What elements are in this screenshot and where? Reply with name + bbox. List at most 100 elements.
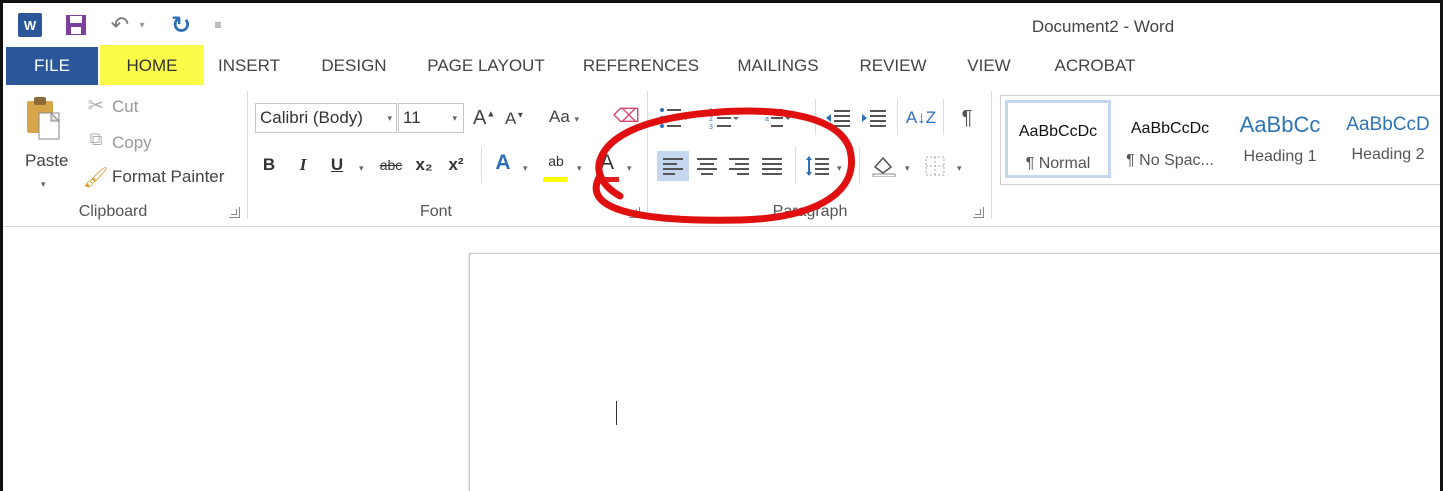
- font-size-combobox[interactable]: 11 ▾: [398, 103, 464, 133]
- tab-file[interactable]: FILE: [6, 47, 98, 85]
- show-formatting-marks-icon[interactable]: ¶: [953, 103, 981, 133]
- line-spacing-icon[interactable]: [803, 151, 833, 181]
- svg-text:1: 1: [761, 108, 765, 115]
- style-name: Heading 2: [1351, 146, 1425, 163]
- borders-icon[interactable]: [921, 151, 949, 181]
- paragraph-group-label: Paragraph: [772, 203, 848, 220]
- style-preview: AaBbCcD: [1346, 114, 1430, 135]
- svg-text:3: 3: [709, 124, 713, 129]
- change-case-button[interactable]: Aa ▾: [549, 107, 595, 127]
- button-divider: [859, 147, 860, 183]
- group-divider: [247, 91, 248, 219]
- copy-icon[interactable]: ⧉: [85, 129, 107, 150]
- copy-button[interactable]: Copy: [112, 133, 152, 153]
- highlight-color-swatch: [543, 177, 567, 182]
- undo-icon[interactable]: ↶: [109, 12, 131, 37]
- paste-button[interactable]: Paste: [25, 151, 68, 171]
- decrease-indent-icon[interactable]: [825, 103, 851, 133]
- clear-formatting-icon[interactable]: ⌫: [613, 105, 640, 128]
- tab-view[interactable]: VIEW: [961, 47, 1017, 85]
- tab-review[interactable]: REVIEW: [856, 47, 930, 85]
- word-app-icon[interactable]: W: [18, 13, 42, 37]
- format-painter-button[interactable]: Format Painter: [112, 167, 224, 187]
- document-area: [3, 228, 1440, 491]
- tab-insert[interactable]: INSERT: [212, 47, 286, 85]
- cut-button[interactable]: Cut: [112, 97, 138, 117]
- customize-toolbar-icon[interactable]: ≡: [211, 13, 225, 37]
- tab-acrobat[interactable]: ACROBAT: [1046, 47, 1144, 85]
- shading-icon[interactable]: [869, 151, 899, 181]
- styles-gallery: AaBbCcDc ¶ Normal AaBbCcDc ¶ No Spac... …: [1000, 95, 1440, 185]
- clipboard-dialog-launcher-icon[interactable]: [229, 207, 240, 218]
- scissors-icon[interactable]: ✂: [85, 93, 107, 118]
- svg-text:1: 1: [709, 108, 713, 115]
- style-preview: AaBbCcDc: [1130, 120, 1210, 137]
- save-icon[interactable]: [65, 13, 87, 37]
- font-color-dropdown-icon[interactable]: ▾: [627, 163, 632, 174]
- align-left-icon[interactable]: [657, 151, 689, 181]
- strikethrough-button[interactable]: abc: [377, 157, 405, 183]
- font-dialog-launcher-icon[interactable]: [629, 207, 640, 218]
- font-color-button[interactable]: A: [595, 151, 619, 177]
- numbering-icon[interactable]: 123: [709, 103, 739, 133]
- chevron-down-icon: ▾: [574, 114, 580, 124]
- chevron-down-icon[interactable]: ▾: [452, 113, 457, 124]
- change-case-label: Aa: [549, 107, 570, 126]
- style-normal[interactable]: AaBbCcDc ¶ Normal: [1005, 100, 1111, 178]
- bold-button[interactable]: B: [259, 155, 279, 181]
- group-divider: [991, 91, 992, 219]
- align-center-icon[interactable]: [693, 151, 721, 181]
- style-no-spacing[interactable]: AaBbCcDc ¶ No Spac...: [1117, 100, 1223, 178]
- superscript-button[interactable]: x²: [445, 155, 467, 181]
- undo-dropdown-icon[interactable]: ▾: [137, 13, 147, 37]
- grow-font-icon[interactable]: A▲: [473, 107, 495, 130]
- svg-text:a: a: [765, 116, 769, 123]
- underline-button[interactable]: U: [327, 155, 347, 181]
- chevron-down-icon[interactable]: ▾: [387, 113, 392, 124]
- document-page[interactable]: [469, 253, 1440, 491]
- font-size-value: 11: [403, 108, 421, 127]
- text-effects-dropdown-icon[interactable]: ▾: [523, 163, 528, 174]
- ribbon: Paste ▾ ✂ Cut ⧉ Copy 🖌 Format Painter Cl…: [3, 85, 1440, 227]
- style-preview: AaBbCc: [1239, 112, 1321, 137]
- multilevel-list-icon[interactable]: 1a: [761, 103, 791, 133]
- line-spacing-dropdown-icon[interactable]: ▾: [837, 163, 842, 174]
- word-window: W ↶ ▾ ↻ ≡ Document2 - Word FILE HOME INS…: [0, 0, 1443, 491]
- tab-page-layout[interactable]: PAGE LAYOUT: [420, 47, 552, 85]
- sort-icon[interactable]: A↓Z: [906, 103, 936, 133]
- font-color-swatch: [595, 177, 619, 182]
- highlight-dropdown-icon[interactable]: ▾: [577, 163, 582, 174]
- highlight-button[interactable]: ab: [543, 153, 569, 179]
- button-divider: [481, 147, 482, 183]
- repeat-icon[interactable]: ↻: [169, 12, 193, 39]
- text-effects-button[interactable]: A: [491, 151, 515, 177]
- align-right-icon[interactable]: [725, 151, 753, 181]
- increase-indent-icon[interactable]: [861, 103, 887, 133]
- paste-dropdown-icon[interactable]: ▾: [41, 179, 46, 190]
- bullets-icon[interactable]: [659, 103, 689, 133]
- window-title: Document2 - Word: [1031, 17, 1175, 36]
- borders-dropdown-icon[interactable]: ▾: [957, 163, 962, 174]
- style-name: Heading 1: [1243, 148, 1317, 165]
- paste-icon[interactable]: [25, 95, 61, 143]
- paragraph-dialog-launcher-icon[interactable]: [973, 207, 984, 218]
- font-group-label: Font: [419, 203, 452, 220]
- subscript-button[interactable]: x₂: [413, 155, 435, 181]
- shading-dropdown-icon[interactable]: ▾: [905, 163, 910, 174]
- tab-references[interactable]: REFERENCES: [582, 47, 700, 85]
- ribbon-tabs: FILE HOME INSERT DESIGN PAGE LAYOUT REFE…: [3, 45, 1440, 89]
- justify-icon[interactable]: [757, 151, 787, 181]
- tab-design[interactable]: DESIGN: [315, 47, 393, 85]
- style-heading-1[interactable]: AaBbCc Heading 1: [1227, 100, 1333, 178]
- tab-mailings[interactable]: MAILINGS: [729, 47, 827, 85]
- button-divider: [943, 99, 944, 135]
- title-bar: W ↶ ▾ ↻ ≡ Document2 - Word: [3, 3, 1440, 47]
- underline-dropdown-icon[interactable]: ▾: [359, 163, 364, 174]
- shrink-font-icon[interactable]: A▼: [505, 109, 524, 129]
- format-painter-icon[interactable]: 🖌: [83, 165, 108, 190]
- button-divider: [897, 99, 898, 135]
- italic-button[interactable]: I: [293, 155, 313, 181]
- tab-home[interactable]: HOME: [100, 45, 204, 89]
- style-heading-2[interactable]: AaBbCcD Heading 2: [1335, 100, 1440, 178]
- font-name-combobox[interactable]: Calibri (Body) ▾: [255, 103, 397, 133]
